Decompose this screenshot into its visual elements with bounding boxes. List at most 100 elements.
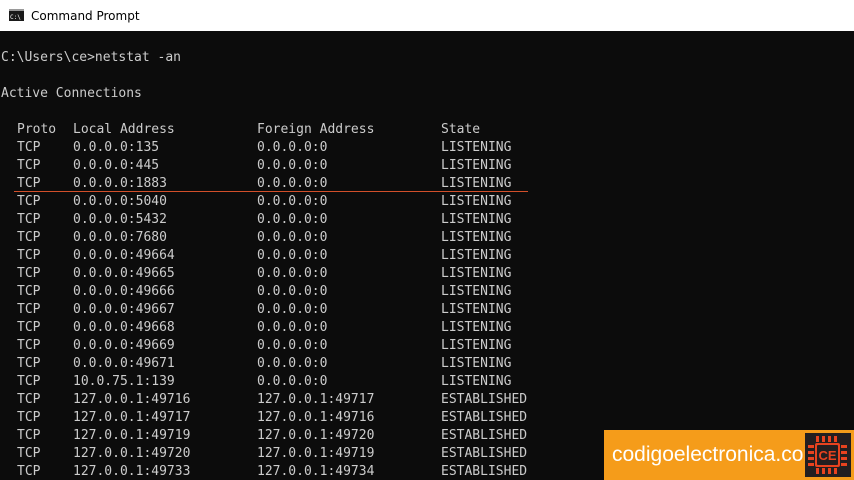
table-row: TCP 10.0.75.1:139 0.0.0.0:0 LISTENING: [1, 373, 561, 391]
cell-state: LISTENING: [441, 230, 512, 245]
cell-local-address: 127.0.0.1:49716: [73, 392, 191, 407]
cell-local-address: 0.0.0.0:49671: [73, 356, 175, 371]
cell-state: LISTENING: [441, 212, 512, 227]
cell-state: LISTENING: [441, 356, 512, 371]
cell-local-address: 0.0.0.0:5040: [73, 194, 167, 209]
cell-proto: TCP: [17, 302, 41, 317]
cell-local-address: 0.0.0.0:49665: [73, 266, 175, 281]
table-row: TCP 0.0.0.0:7680 0.0.0.0:0 LISTENING: [1, 229, 561, 247]
cell-proto: TCP: [17, 410, 41, 425]
cell-local-address: 0.0.0.0:135: [73, 140, 160, 155]
cell-local-address: 0.0.0.0:49667: [73, 302, 175, 317]
table-row: TCP 0.0.0.0:49668 0.0.0.0:0 LISTENING: [1, 319, 561, 337]
cell-state: LISTENING: [441, 194, 512, 209]
table-row: TCP 0.0.0.0:135 0.0.0.0:0 LISTENING: [1, 139, 561, 157]
table-row: TCP 0.0.0.0:5040 0.0.0.0:0 LISTENING: [1, 193, 561, 211]
table-row: TCP 127.0.0.1:49719 127.0.0.1:49720 ESTABLI…: [1, 427, 561, 445]
watermark-banner: codigoelectronica.com CE: [604, 430, 854, 480]
cell-proto: TCP: [17, 230, 41, 245]
cell-foreign-address: 0.0.0.0:0: [257, 194, 328, 209]
cell-foreign-address: 0.0.0.0:0: [257, 356, 328, 371]
console-output[interactable]: C:\Users\ce>netstat -an Active Connectio…: [0, 31, 854, 480]
cell-foreign-address: 127.0.0.1:49720: [257, 428, 375, 443]
cell-proto: TCP: [17, 374, 41, 389]
cell-proto: TCP: [17, 284, 41, 299]
table-row: TCP 0.0.0.0:5432 0.0.0.0:0 LISTENING: [1, 211, 561, 229]
cell-state: ESTABLISHED: [441, 428, 528, 443]
cell-state: ESTABLISHED: [441, 446, 528, 461]
column-header-state: State: [441, 122, 481, 137]
column-header-local-address: Local Address: [73, 122, 175, 137]
cell-foreign-address: 0.0.0.0:0: [257, 302, 328, 317]
cell-foreign-address: 0.0.0.0:0: [257, 230, 328, 245]
cell-foreign-address: 0.0.0.0:0: [257, 140, 328, 155]
cell-proto: TCP: [17, 356, 41, 371]
cmd-icon: C:\: [9, 9, 24, 21]
cell-local-address: 0.0.0.0:445: [73, 158, 160, 173]
cell-state: ESTABLISHED: [441, 392, 528, 407]
cell-local-address: 0.0.0.0:49666: [73, 284, 175, 299]
table-row: TCP 0.0.0.0:49671 0.0.0.0:0 LISTENING: [1, 355, 561, 373]
cell-state: ESTABLISHED: [441, 410, 528, 425]
cell-proto: TCP: [17, 248, 41, 263]
active-connections-heading: Active Connections: [1, 86, 142, 101]
cell-foreign-address: 0.0.0.0:0: [257, 374, 328, 389]
cell-state: ESTABLISHED: [441, 464, 528, 479]
cell-local-address: 127.0.0.1:49719: [73, 428, 191, 443]
cell-foreign-address: 127.0.0.1:49716: [257, 410, 375, 425]
cell-proto: TCP: [17, 194, 41, 209]
cell-proto: TCP: [17, 158, 41, 173]
command-prompt-window: C:\ Command Prompt C:\Users\ce>netstat -…: [0, 0, 854, 480]
table-row: TCP 127.0.0.1:49720 127.0.0.1:49719 ESTABLI…: [1, 445, 561, 463]
cell-state: LISTENING: [441, 374, 512, 389]
column-header-proto: Proto: [17, 122, 57, 137]
cell-proto: TCP: [17, 338, 41, 353]
table-row: TCP 0.0.0.0:445 0.0.0.0:0 LISTENING: [1, 157, 561, 175]
cell-local-address: 0.0.0.0:49669: [73, 338, 175, 353]
cell-foreign-address: 0.0.0.0:0: [257, 266, 328, 281]
cell-proto: TCP: [17, 428, 41, 443]
cell-proto: TCP: [17, 320, 41, 335]
logo-text: CE: [818, 448, 836, 463]
cell-state: LISTENING: [441, 338, 512, 353]
svg-text:C:\: C:\: [10, 14, 21, 21]
cell-proto: TCP: [17, 392, 41, 407]
table-row: TCP 0.0.0.0:49667 0.0.0.0:0 LISTENING: [1, 301, 561, 319]
table-row: TCP 127.0.0.1:49717 127.0.0.1:49716 ESTABLI…: [1, 409, 561, 427]
cell-local-address: 10.0.75.1:139: [73, 374, 175, 389]
table-row: TCP 0.0.0.0:49666 0.0.0.0:0 LISTENING: [1, 283, 561, 301]
cell-state: LISTENING: [441, 284, 512, 299]
cell-proto: TCP: [17, 212, 41, 227]
cell-foreign-address: 0.0.0.0:0: [257, 338, 328, 353]
cell-state: LISTENING: [441, 140, 512, 155]
cell-foreign-address: 127.0.0.1:49734: [257, 464, 375, 479]
cell-proto: TCP: [17, 446, 41, 461]
cell-local-address: 127.0.0.1:49720: [73, 446, 191, 461]
title-bar[interactable]: C:\ Command Prompt: [0, 0, 854, 31]
cell-local-address: 0.0.0.0:5432: [73, 212, 167, 227]
cell-local-address: 0.0.0.0:49664: [73, 248, 175, 263]
cell-local-address: 127.0.0.1:49733: [73, 464, 191, 479]
cell-state: LISTENING: [441, 302, 512, 317]
cell-proto: TCP: [17, 464, 41, 479]
cell-foreign-address: 127.0.0.1:49717: [257, 392, 375, 407]
table-header: Proto Local Address Foreign Address Stat…: [1, 121, 561, 139]
prompt-line: C:\Users\ce>netstat -an: [1, 50, 182, 65]
chip-icon: CE: [805, 433, 851, 477]
cell-state: LISTENING: [441, 320, 512, 335]
table-row: TCP 0.0.0.0:49669 0.0.0.0:0 LISTENING: [1, 337, 561, 355]
cell-proto: TCP: [17, 266, 41, 281]
highlight-underline: [14, 191, 528, 192]
table-row: TCP 0.0.0.0:49665 0.0.0.0:0 LISTENING: [1, 265, 561, 283]
cell-local-address: 0.0.0.0:49668: [73, 320, 175, 335]
cell-local-address: 0.0.0.0:7680: [73, 230, 167, 245]
cell-foreign-address: 0.0.0.0:0: [257, 320, 328, 335]
table-row: TCP 127.0.0.1:49733 127.0.0.1:49734 ESTABLI…: [1, 463, 561, 480]
cell-local-address: 127.0.0.1:49717: [73, 410, 191, 425]
cell-state: LISTENING: [441, 266, 512, 281]
cell-proto: TCP: [17, 140, 41, 155]
cell-foreign-address: 127.0.0.1:49719: [257, 446, 375, 461]
table-row: TCP 127.0.0.1:49716 127.0.0.1:49717 ESTABLI…: [1, 391, 561, 409]
cell-foreign-address: 0.0.0.0:0: [257, 248, 328, 263]
window-title: Command Prompt: [31, 9, 140, 23]
